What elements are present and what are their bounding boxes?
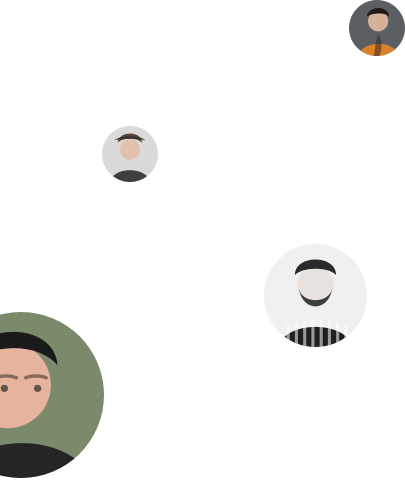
person-photo-icon	[102, 126, 158, 182]
person-photo-icon	[264, 244, 367, 347]
avatar-canvas	[0, 0, 405, 484]
person-photo-icon	[349, 0, 405, 56]
avatar-bearded-man-bw[interactable]	[264, 244, 367, 347]
avatar-young-man-hat[interactable]	[102, 126, 158, 182]
person-photo-icon	[0, 312, 104, 478]
avatar-woman-orange-top[interactable]	[349, 0, 405, 56]
avatar-young-man-closeup[interactable]	[0, 312, 104, 478]
